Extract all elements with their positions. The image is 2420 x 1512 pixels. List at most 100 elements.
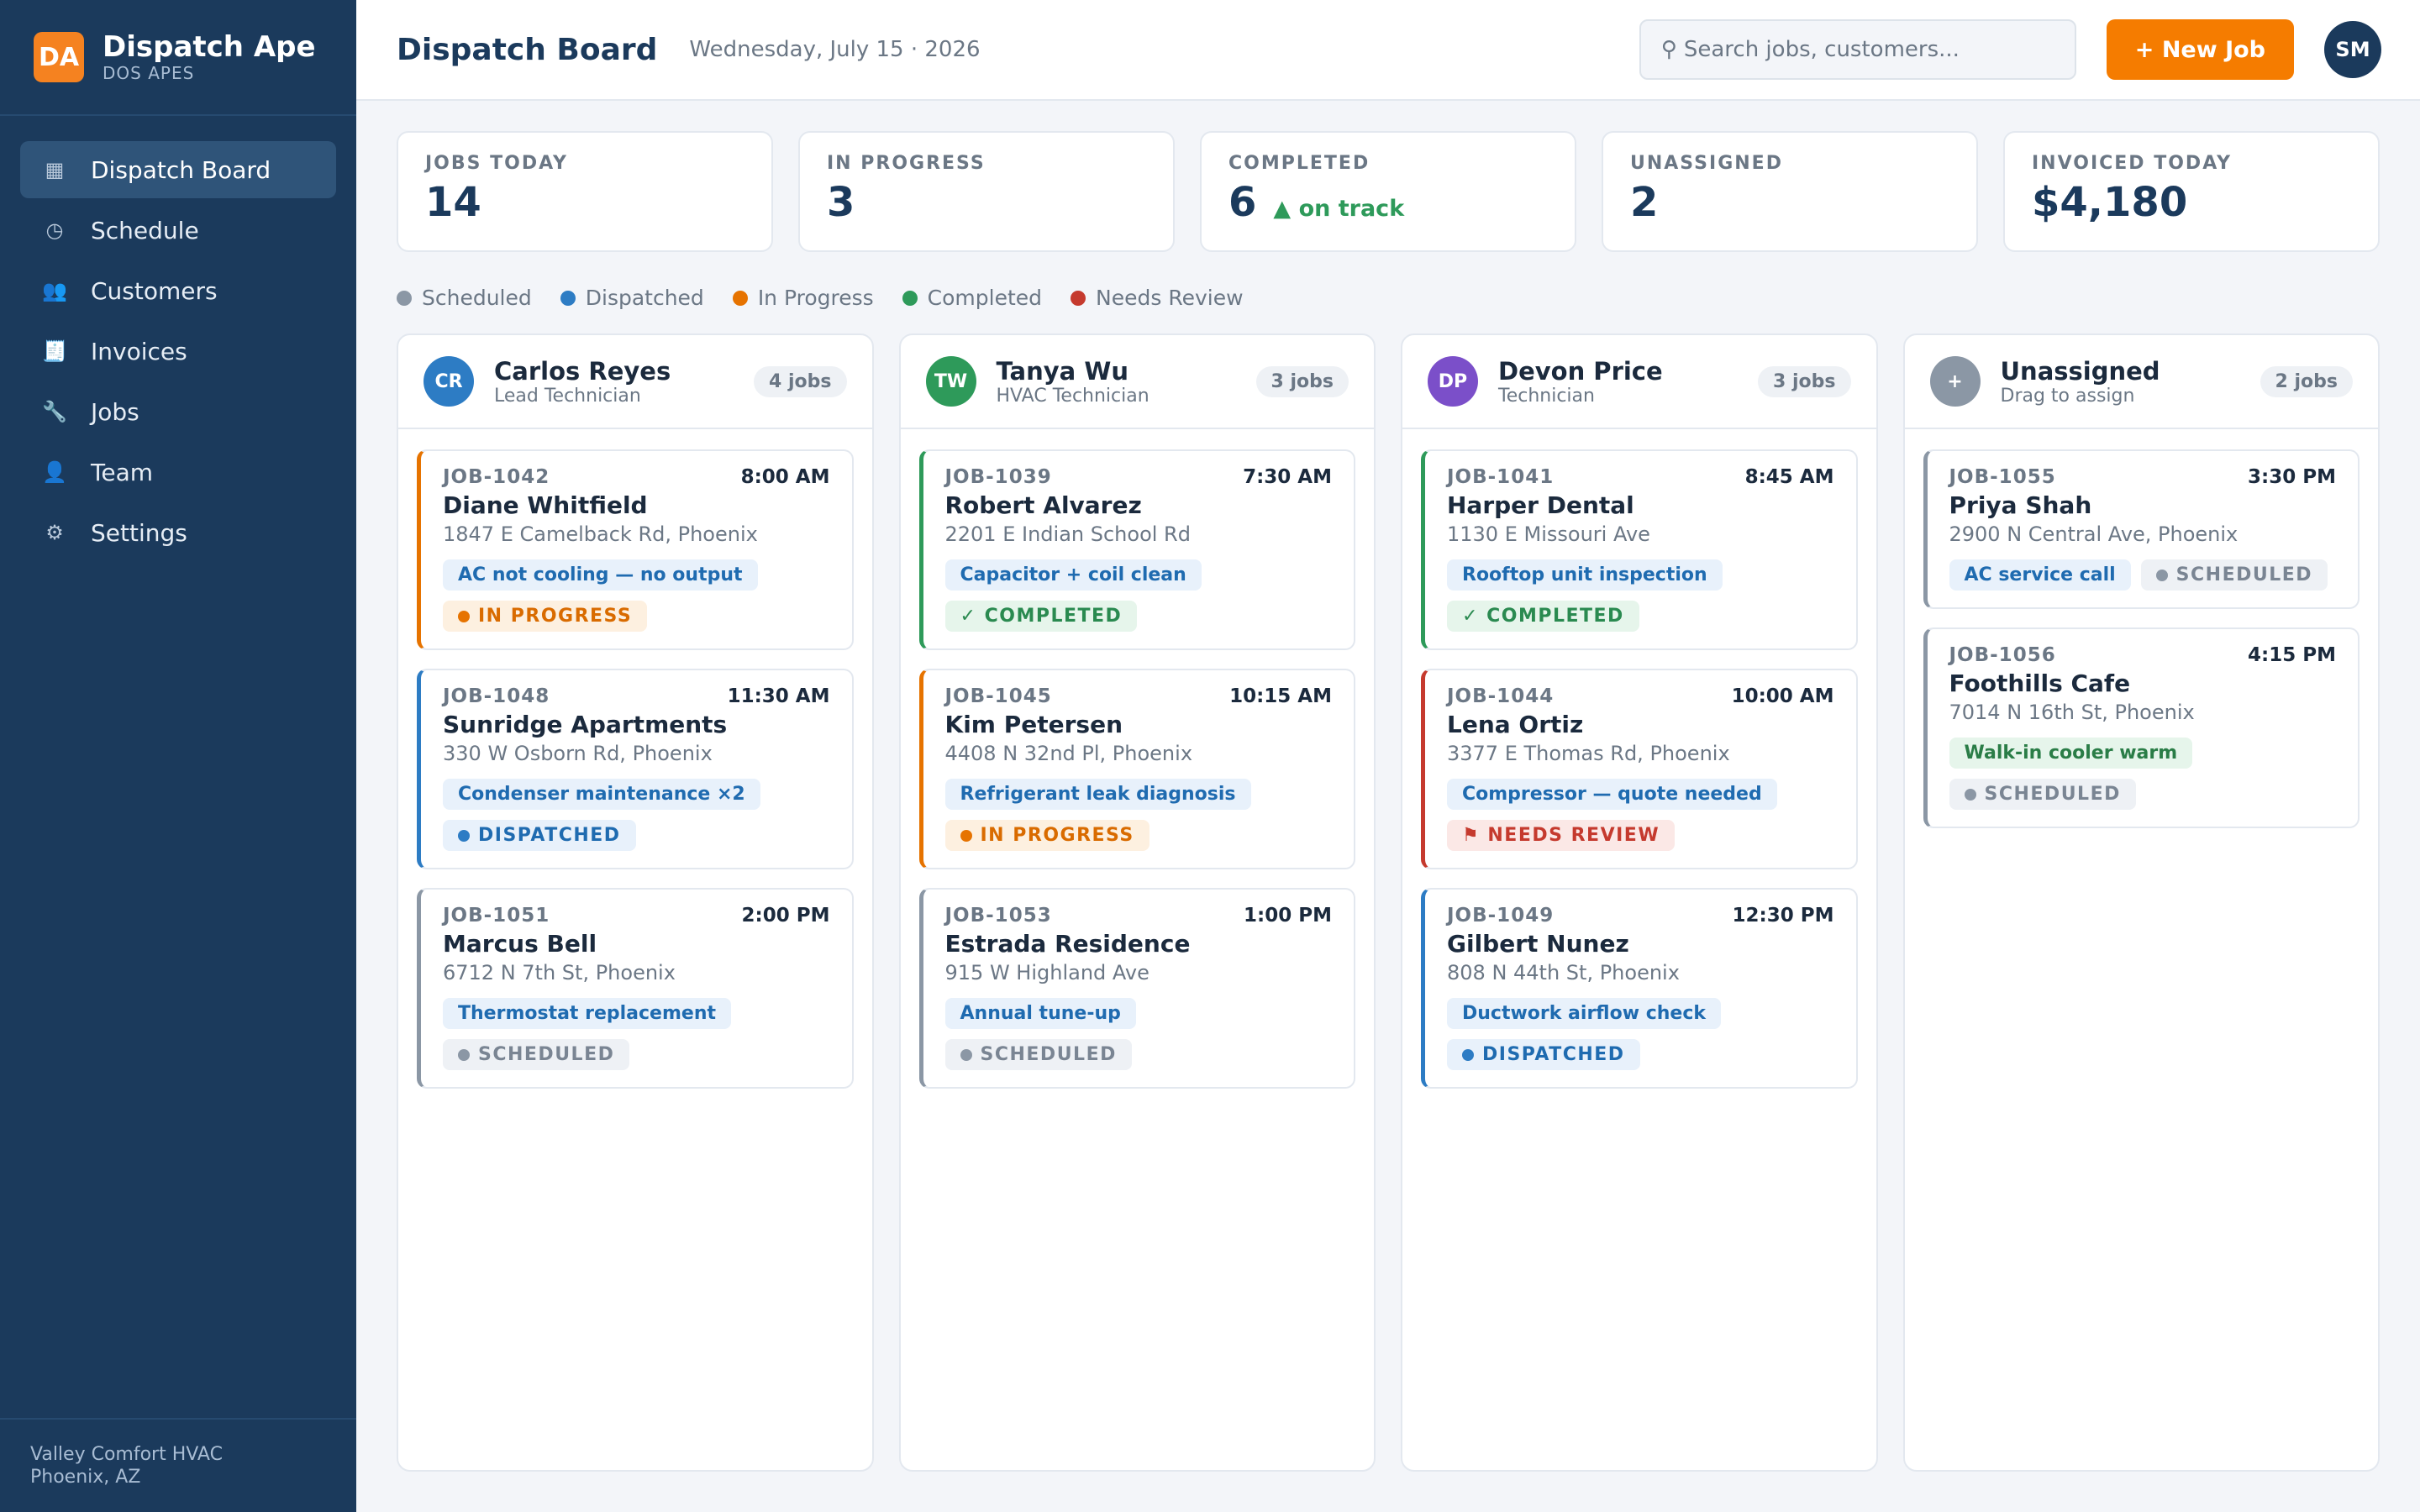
- job-tags: Ductwork airflow check DISPATCHED: [1447, 998, 1834, 1070]
- job-id: JOB-1053: [944, 905, 1052, 927]
- job-id: JOB-1048: [443, 685, 550, 707]
- job-description-tag: AC not cooling — no output: [443, 559, 758, 591]
- company-name: Valley Comfort HVAC: [30, 1444, 223, 1465]
- customers-icon: 👥: [42, 279, 67, 302]
- sidebar-item-settings[interactable]: ⚙ Settings: [20, 504, 336, 561]
- sidebar-footer: Valley Comfort HVAC Phoenix, AZ: [0, 1418, 356, 1512]
- sidebar-item-dispatch-board[interactable]: ▦ Dispatch Board: [20, 141, 336, 198]
- job-description-tag: AC service call: [1949, 559, 2131, 591]
- sidebar: DA Dispatch Ape DOS APES ▦ Dispatch Board…: [0, 0, 356, 1512]
- tech-name: Unassigned: [2000, 356, 2160, 386]
- stat-label: INVOICED TODAY: [2032, 153, 2233, 174]
- job-card-top: JOB-1039 7:30 AM: [945, 466, 1333, 488]
- job-card-top: JOB-1042 8:00 AM: [443, 466, 830, 488]
- column-header[interactable]: TW Tanya Wu HVAC Technician 3 jobs: [900, 335, 1374, 429]
- status-badge: SCHEDULED: [443, 1039, 630, 1070]
- sidebar-item-invoices[interactable]: 🧾 Invoices: [20, 323, 336, 380]
- legend-dot-icon: [1071, 290, 1086, 306]
- status-label: SCHEDULED: [980, 1044, 1117, 1065]
- job-tags: Thermostat replacement SCHEDULED: [443, 998, 830, 1070]
- job-address: 7014 N 16th St, Phoenix: [1949, 701, 2195, 724]
- job-count-badge: 3 jobs: [1255, 365, 1349, 397]
- tech-avatar: +: [1929, 356, 1981, 407]
- sidebar-item-team[interactable]: 👤 Team: [20, 444, 336, 501]
- new-job-button[interactable]: + New Job: [2106, 19, 2294, 80]
- job-list: JOB-1055 3:30 PM Priya Shah 2900 N Central …: [1905, 429, 2379, 848]
- legend-item: In Progress: [732, 286, 874, 310]
- job-id: JOB-1051: [443, 905, 550, 927]
- job-time: 2:00 PM: [741, 905, 830, 927]
- status-dot-icon: [1964, 788, 1976, 801]
- column-header[interactable]: DP Devon Price Technician 3 jobs: [1402, 335, 1876, 429]
- job-time: 12:30 PM: [1732, 905, 1834, 927]
- column-header[interactable]: + Unassigned Drag to assign 2 jobs: [1904, 335, 2378, 429]
- job-tags: AC not cooling — no output IN PROGRESS: [443, 559, 830, 632]
- job-address: 6712 N 7th St, Phoenix: [443, 961, 676, 984]
- stat-label: COMPLETED: [1228, 153, 1370, 174]
- job-card[interactable]: JOB-1051 2:00 PM Marcus Bell 6712 N 7th St,…: [417, 888, 854, 1089]
- job-address: 330 W Osborn Rd, Phoenix: [443, 742, 713, 765]
- sidebar-item-label: Dispatch Board: [91, 155, 271, 184]
- job-card[interactable]: JOB-1056 4:15 PM Foothills Cafe 7014 N 16th…: [1923, 627, 2360, 828]
- legend-label: Needs Review: [1096, 286, 1244, 310]
- job-card[interactable]: JOB-1039 7:30 AM Robert Alvarez 2201 E Indi…: [918, 449, 1355, 650]
- sidebar-item-label: Invoices: [91, 337, 187, 365]
- search-input[interactable]: ⚲ Search jobs, customers...: [1639, 19, 2076, 80]
- status-label: ✓ COMPLETED: [960, 606, 1123, 627]
- stat-number: 14: [425, 179, 481, 226]
- job-description-tag: Rooftop unit inspection: [1447, 559, 1723, 591]
- job-id: JOB-1056: [1949, 644, 2056, 666]
- page-date: Wednesday, July 15 · 2026: [689, 37, 981, 62]
- status-label: IN PROGRESS: [478, 606, 633, 627]
- tech-name: Carlos Reyes: [494, 356, 671, 386]
- stat-card: COMPLETED 6 ▲ on track: [1200, 131, 1576, 252]
- job-card[interactable]: JOB-1044 10:00 AM Lena Ortiz 3377 E Thomas …: [1421, 669, 1858, 869]
- sidebar-item-schedule[interactable]: ◷ Schedule: [20, 202, 336, 259]
- tech-info: Devon Price Technician: [1498, 357, 1663, 407]
- job-id: JOB-1041: [1447, 466, 1555, 488]
- job-count-badge: 2 jobs: [2260, 365, 2353, 397]
- job-id: JOB-1042: [443, 466, 550, 488]
- sidebar-item-label: Team: [91, 458, 154, 486]
- job-card-top: JOB-1056 4:15 PM: [1949, 644, 2337, 666]
- customer-name: Gilbert Nunez: [1447, 930, 1629, 958]
- search-icon: ⚲: [1660, 37, 1677, 62]
- job-description-tag: Annual tune-up: [944, 998, 1136, 1029]
- sidebar-item-jobs[interactable]: 🔧 Jobs: [20, 383, 336, 440]
- tech-column: CR Carlos Reyes Lead Technician 4 jobs JOB-1…: [397, 333, 874, 1472]
- brand[interactable]: DA Dispatch Ape DOS APES: [0, 0, 356, 116]
- stat-label: UNASSIGNED: [1630, 153, 1783, 174]
- job-card[interactable]: JOB-1041 8:45 AM Harper Dental 1130 E Misso…: [1421, 449, 1858, 650]
- column-header[interactable]: CR Carlos Reyes Lead Technician 4 jobs: [398, 335, 872, 429]
- job-card[interactable]: JOB-1049 12:30 PM Gilbert Nunez 808 N 44th …: [1421, 888, 1858, 1089]
- status-label: ⚑ NEEDS REVIEW: [1462, 825, 1660, 846]
- status-label: DISPATCHED: [478, 825, 621, 846]
- tech-info: Carlos Reyes Lead Technician: [494, 357, 671, 407]
- brand-sub: DOS APES: [103, 63, 195, 83]
- job-card[interactable]: JOB-1042 8:00 AM Diane Whitfield 1847 E Cam…: [417, 449, 854, 650]
- job-time: 11:30 AM: [727, 685, 830, 707]
- job-card[interactable]: JOB-1053 1:00 PM Estrada Residence 915 W Hi…: [918, 888, 1355, 1089]
- sidebar-item-label: Jobs: [91, 397, 139, 426]
- status-legend: Scheduled Dispatched In Progress Completed N…: [397, 286, 2380, 310]
- job-card[interactable]: JOB-1048 11:30 AM Sunridge Apartments 330 W…: [417, 669, 854, 869]
- schedule-icon: ◷: [45, 218, 64, 242]
- job-id: JOB-1045: [944, 685, 1052, 707]
- stat-label: IN PROGRESS: [827, 153, 986, 174]
- job-time: 10:00 AM: [1731, 685, 1834, 707]
- job-list: JOB-1041 8:45 AM Harper Dental 1130 E Misso…: [1402, 429, 1876, 1109]
- tech-role: Technician: [1498, 385, 1595, 407]
- job-id: JOB-1055: [1949, 466, 2056, 488]
- content: JOBS TODAY 14 IN PROGRESS 3 COMPLETED 6 ▲ on t…: [356, 101, 2420, 1512]
- user-avatar[interactable]: SM: [2324, 21, 2381, 78]
- stat-value: 14: [425, 179, 744, 226]
- customer-name: Sunridge Apartments: [443, 711, 728, 738]
- job-card[interactable]: JOB-1045 10:15 AM Kim Petersen 4408 N 32nd …: [918, 669, 1355, 869]
- job-time: 8:00 AM: [740, 466, 830, 488]
- sidebar-item-customers[interactable]: 👥 Customers: [20, 262, 336, 319]
- job-address: 1130 E Missouri Ave: [1447, 522, 1650, 546]
- job-card[interactable]: JOB-1055 3:30 PM Priya Shah 2900 N Central …: [1923, 449, 2360, 609]
- job-time: 8:45 AM: [1744, 466, 1834, 488]
- sidebar-item-label: Schedule: [91, 216, 199, 244]
- legend-dot-icon: [902, 290, 918, 306]
